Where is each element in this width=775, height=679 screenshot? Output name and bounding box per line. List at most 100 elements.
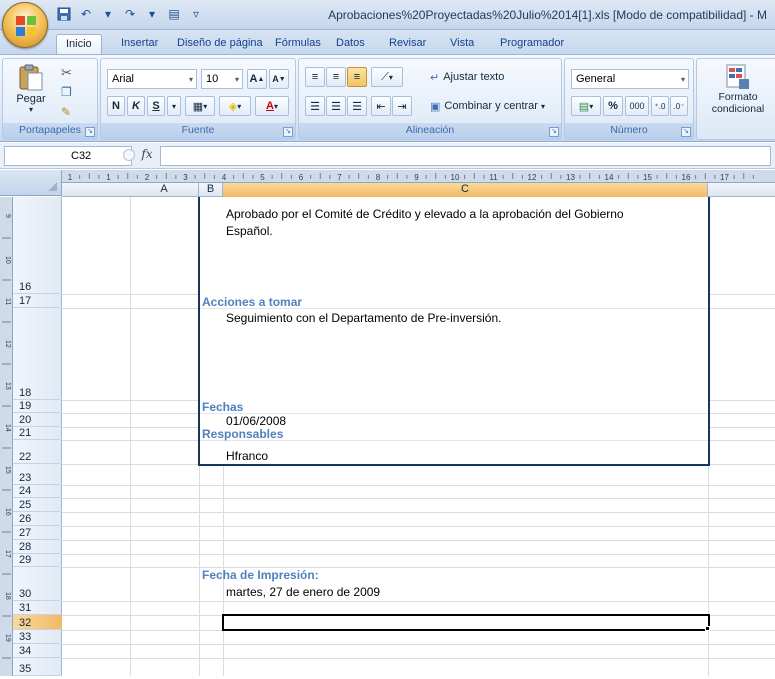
- form-icon[interactable]: ▤: [166, 6, 182, 22]
- italic-button[interactable]: K: [127, 96, 145, 116]
- cancel-icon[interactable]: [123, 149, 135, 161]
- redo-icon[interactable]: ↷: [122, 6, 138, 22]
- font-size-combo[interactable]: 10 ▾: [201, 69, 243, 89]
- ruler-label: 9: [414, 173, 419, 182]
- undo-icon[interactable]: ↶: [78, 6, 94, 22]
- chevron-down-icon: ▾: [540, 101, 545, 111]
- save-icon[interactable]: [56, 6, 72, 22]
- increase-decimal-button[interactable]: ⁺.0: [651, 96, 669, 116]
- row-header[interactable]: 29: [13, 554, 62, 567]
- align-right-button[interactable]: ☰: [347, 96, 367, 116]
- underline-dropdown[interactable]: ▾: [167, 96, 181, 116]
- dialog-launcher-icon[interactable]: ↘: [85, 127, 95, 137]
- gridline: [130, 197, 131, 676]
- bold-button[interactable]: N: [107, 96, 125, 116]
- column-header-c[interactable]: C: [223, 183, 708, 197]
- accounting-button[interactable]: ▤ ▾: [571, 96, 601, 116]
- grow-font-button[interactable]: A ▲: [247, 69, 267, 89]
- decrease-indent-button[interactable]: ⇤: [371, 96, 391, 116]
- tab-insertar[interactable]: Insertar: [112, 34, 167, 54]
- shrink-font-button[interactable]: A ▼: [269, 69, 289, 89]
- ribbon: Pegar ▾ ✂ ❐ ✎ Portapapeles ↘ Arial ▾ 10 ▾ …: [0, 54, 775, 142]
- chevron-down-icon[interactable]: ▾: [100, 6, 116, 22]
- gridline: [62, 526, 775, 527]
- number-group-label: Número: [565, 123, 693, 139]
- row-header[interactable]: 27: [13, 526, 62, 540]
- row-header[interactable]: 31: [13, 601, 62, 615]
- wrap-text-label: Ajustar texto: [443, 71, 505, 83]
- font-name-value: Arial: [112, 73, 135, 85]
- office-button[interactable]: [2, 2, 48, 48]
- increase-indent-button[interactable]: ⇥: [392, 96, 412, 116]
- ruler-label: 15: [643, 173, 652, 182]
- tab-diseno-pagina[interactable]: Diseño de página: [168, 34, 272, 54]
- horizontal-ruler-marks: 1 1 2 3 4 5 6 7 8 9 10 11 12 13 14 15 16 17: [68, 173, 754, 182]
- conditional-format-button[interactable]: Formato condicional: [703, 63, 773, 123]
- active-cell-selection[interactable]: [222, 614, 710, 631]
- row-header[interactable]: 34: [13, 644, 62, 658]
- ruler-label: 1: [68, 173, 73, 182]
- row-header[interactable]: 17: [13, 294, 62, 308]
- thousands-button[interactable]: 000: [625, 96, 649, 116]
- tab-formulas[interactable]: Fórmulas: [266, 34, 330, 54]
- dialog-launcher-icon[interactable]: ↘: [681, 127, 691, 137]
- merge-center-button[interactable]: ▣ Combinar y centrar ▾: [425, 96, 557, 116]
- number-format-combo[interactable]: General ▾: [571, 69, 689, 89]
- worksheet-grid[interactable]: Aprobado por el Comité de Crédito y elev…: [62, 197, 775, 676]
- fill-color-button[interactable]: ◈ ▾: [219, 96, 251, 116]
- copy-icon[interactable]: ❐: [61, 85, 72, 99]
- row-header[interactable]: 33: [13, 630, 62, 644]
- row-header-selected[interactable]: 32: [13, 615, 62, 630]
- decrease-decimal-button[interactable]: .0⁻: [670, 96, 688, 116]
- chevron-down-icon[interactable]: ▾: [144, 6, 160, 22]
- row-header[interactable]: 22: [13, 440, 62, 464]
- row-header[interactable]: 19: [13, 400, 62, 413]
- row-header[interactable]: 25: [13, 498, 62, 512]
- tab-programador[interactable]: Programador: [491, 34, 573, 54]
- tab-vista[interactable]: Vista: [441, 34, 483, 54]
- fill-handle[interactable]: [705, 626, 710, 631]
- align-left-button[interactable]: ☰: [305, 96, 325, 116]
- dialog-launcher-icon[interactable]: ↘: [549, 127, 559, 137]
- row-header[interactable]: 16: [13, 197, 62, 294]
- select-all-button[interactable]: [0, 170, 62, 196]
- borders-button[interactable]: ▦ ▾: [185, 96, 215, 116]
- font-group: Arial ▾ 10 ▾ A ▲ A ▼ N K S ▾ ▦ ▾ ◈ ▾ A ▾ Fuente…: [100, 58, 296, 140]
- name-box[interactable]: C32 ▾: [4, 146, 132, 166]
- row-header[interactable]: 18: [13, 308, 62, 400]
- font-name-combo[interactable]: Arial ▾: [107, 69, 197, 89]
- align-center-button[interactable]: ☰: [326, 96, 346, 116]
- row-header[interactable]: 26: [13, 512, 62, 526]
- column-header-b[interactable]: B: [199, 183, 223, 197]
- tab-inicio[interactable]: Inicio: [56, 34, 102, 54]
- align-top-button[interactable]: ≡: [305, 67, 325, 87]
- row-header[interactable]: 23: [13, 464, 62, 485]
- underline-button[interactable]: S: [147, 96, 165, 116]
- align-bottom-button[interactable]: ≡: [347, 67, 367, 87]
- paste-button[interactable]: Pegar ▾: [11, 63, 51, 117]
- styles-group: Formato condicional: [696, 58, 775, 140]
- format-painter-icon[interactable]: ✎: [61, 105, 71, 119]
- tab-revisar[interactable]: Revisar: [380, 34, 435, 54]
- insert-function-button[interactable]: fx: [136, 147, 158, 165]
- row-header[interactable]: 28: [13, 540, 62, 554]
- row-header[interactable]: 20: [13, 413, 62, 427]
- wrap-text-button[interactable]: ↵ Ajustar texto: [425, 67, 513, 87]
- tab-datos[interactable]: Datos: [327, 34, 374, 54]
- formula-input[interactable]: [160, 146, 771, 166]
- row-header[interactable]: 35: [13, 658, 62, 676]
- title-bar: ↶ ▾ ↷ ▾ ▤ ▿ Aprobaciones%20Proyectadas%2…: [0, 0, 775, 30]
- orientation-button[interactable]: ⟋ ▾: [371, 67, 403, 87]
- row-header[interactable]: 21: [13, 427, 62, 440]
- dialog-launcher-icon[interactable]: ↘: [283, 127, 293, 137]
- align-middle-button[interactable]: ≡: [326, 67, 346, 87]
- column-header-a[interactable]: A: [130, 183, 199, 197]
- ruler-label: 17: [4, 550, 11, 558]
- cut-icon[interactable]: ✂: [61, 65, 72, 81]
- row-header[interactable]: 30: [13, 567, 62, 601]
- percent-button[interactable]: %: [603, 96, 623, 116]
- customize-qat-icon[interactable]: ▿: [188, 6, 204, 22]
- paste-icon: [19, 64, 43, 91]
- font-color-button[interactable]: A ▾: [255, 96, 289, 116]
- row-header[interactable]: 24: [13, 485, 62, 498]
